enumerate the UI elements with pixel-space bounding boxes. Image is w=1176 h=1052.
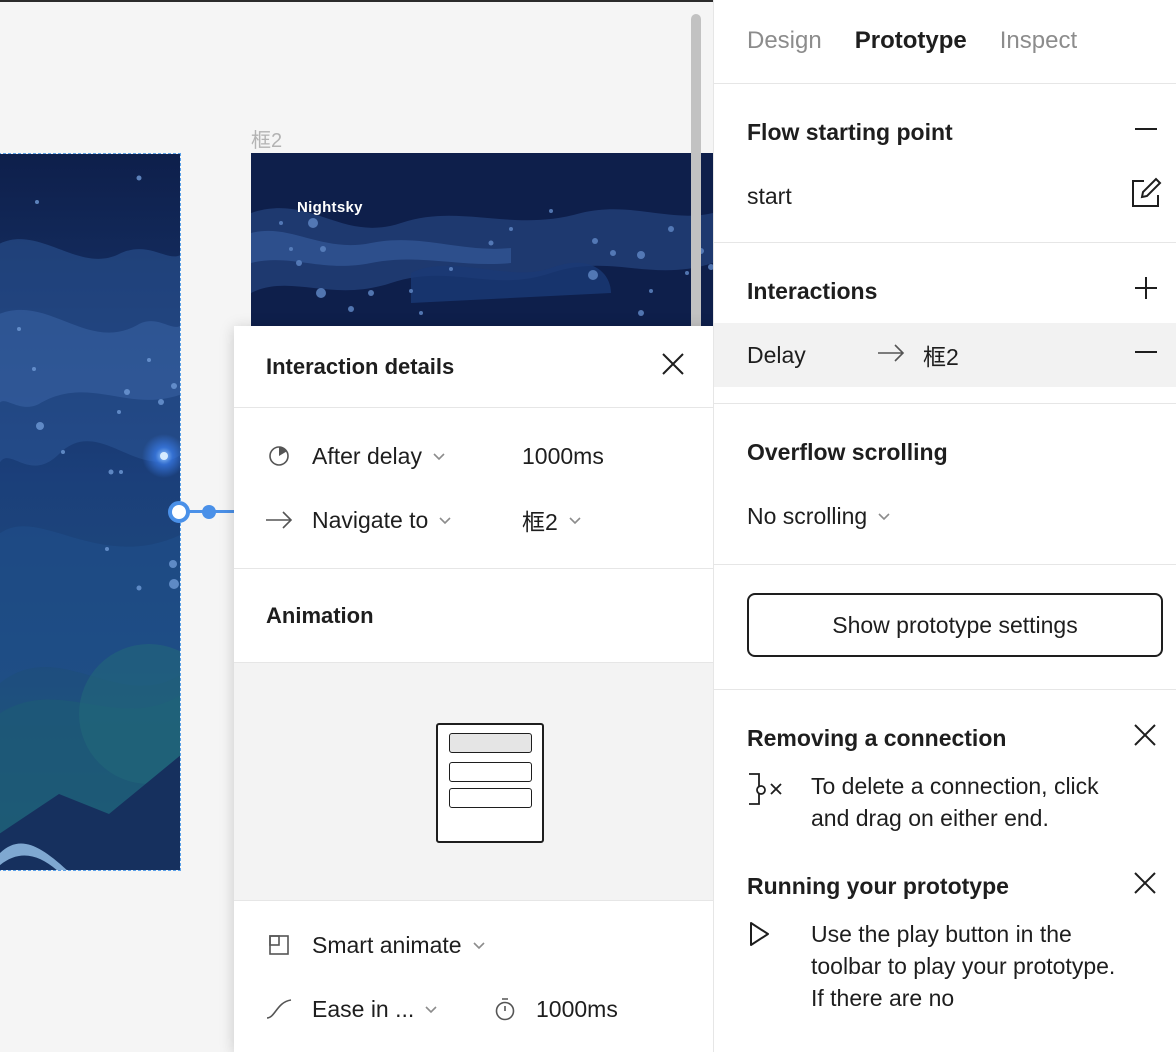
frame-2-label[interactable]: 框2 <box>251 124 282 153</box>
timer-trigger-icon <box>264 441 294 471</box>
overflow-value: No scrolling <box>747 502 868 529</box>
tip-text: Use the play button in the toolbar to pl… <box>811 921 1116 1011</box>
trigger-row: After delay 1000ms <box>234 424 714 488</box>
destination-label: 框2 <box>522 509 558 535</box>
connection-end-handle[interactable] <box>202 505 216 519</box>
chevron-down-icon <box>433 453 445 461</box>
overflow-dropdown[interactable]: No scrolling <box>747 503 891 530</box>
arrow-right-icon <box>264 505 294 535</box>
night-sky-illustration-2 <box>251 153 713 343</box>
animation-settings: Smart animate Ease in ... 1000ms <box>234 901 714 1041</box>
animation-type-dropdown[interactable]: Smart animate <box>312 932 486 959</box>
destination-dropdown[interactable]: 框2 <box>522 503 582 537</box>
chevron-down-icon <box>425 1006 437 1014</box>
preview-bar <box>449 788 532 808</box>
tip-header: Running your prototype <box>747 854 1158 918</box>
popover-header: Interaction details <box>234 326 714 408</box>
overflow-header: Overflow scrolling <box>714 420 1176 484</box>
tip-heading: Removing a connection <box>747 724 1007 751</box>
minus-icon[interactable] <box>1134 117 1158 147</box>
night-sky-illustration-1 <box>0 154 180 870</box>
flow-starting-point-section: Flow starting point start <box>714 84 1176 243</box>
easing-curve-icon <box>264 994 294 1024</box>
flow-row[interactable]: start <box>714 164 1176 228</box>
chevron-down-icon <box>878 513 890 521</box>
interaction-details-popover: Interaction details After delay 1000ms N… <box>234 326 714 1052</box>
tip-removing-connection: Removing a connection To delete a connec… <box>714 690 1176 854</box>
prototype-settings-wrap: Show prototype settings <box>714 564 1176 690</box>
interactions-heading: Interactions <box>747 277 878 304</box>
interactions-section: Interactions Delay 框2 <box>714 243 1176 404</box>
trigger-dropdown[interactable]: After delay <box>312 443 446 470</box>
chevron-down-icon <box>569 517 581 525</box>
stopwatch-icon <box>495 998 515 1021</box>
properties-panel: Design Prototype Inspect Flow starting p… <box>713 0 1176 1052</box>
action-row: Navigate to 框2 <box>234 488 714 552</box>
animation-preview <box>234 663 714 901</box>
tip-heading: Running your prototype <box>747 872 1009 899</box>
tip-header: Removing a connection <box>747 706 1158 770</box>
preview-bar <box>449 733 532 753</box>
popover-title: Interaction details <box>266 353 455 379</box>
action-dropdown[interactable]: Navigate to <box>312 507 452 534</box>
preview-bar <box>449 762 532 782</box>
tab-prototype[interactable]: Prototype <box>855 27 967 55</box>
tab-inspect[interactable]: Inspect <box>1000 27 1077 55</box>
frame-2-brand-title: Nightsky <box>297 199 363 216</box>
tab-design[interactable]: Design <box>747 27 822 55</box>
close-icon[interactable] <box>1132 870 1158 902</box>
close-icon[interactable] <box>660 351 686 382</box>
tip-body: Use the play button in the toolbar to pl… <box>747 918 1158 1014</box>
easing-label: Ease in ... <box>312 995 415 1022</box>
canvas-scrollbar[interactable] <box>691 14 701 344</box>
tip-running-prototype: Running your prototype Use the play butt… <box>714 854 1176 1034</box>
play-icon <box>747 918 811 1014</box>
overflow-row: No scrolling <box>714 484 1176 548</box>
arrow-right-icon <box>877 342 923 369</box>
frame-1-preview[interactable] <box>0 153 181 871</box>
trigger-action-section: After delay 1000ms Navigate to 框2 <box>234 408 714 569</box>
duration-field[interactable]: 1000ms <box>494 996 618 1023</box>
remove-interaction-minus-icon[interactable] <box>1134 340 1158 370</box>
interaction-trigger: Delay <box>747 341 806 368</box>
tip-body: To delete a connection, click and drag o… <box>747 770 1158 834</box>
interaction-summary: Delay 框2 <box>747 338 959 372</box>
duration-value: 1000ms <box>536 995 618 1022</box>
action-label: Navigate to <box>312 506 429 533</box>
smart-animate-icon <box>264 930 294 960</box>
overflow-scrolling-section: Overflow scrolling No scrolling <box>714 404 1176 564</box>
flow-section-header: Flow starting point <box>714 100 1176 164</box>
overflow-heading: Overflow scrolling <box>747 438 948 465</box>
interactions-header: Interactions <box>714 259 1176 323</box>
animation-type-label: Smart animate <box>312 931 462 958</box>
trigger-label: After delay <box>312 442 422 469</box>
animation-type-row: Smart animate <box>234 913 714 977</box>
animation-heading: Animation <box>234 569 714 663</box>
panel-tabs: Design Prototype Inspect <box>714 0 1176 84</box>
interaction-row[interactable]: Delay 框2 <box>714 323 1176 387</box>
device-preview-icon <box>436 723 544 843</box>
easing-row: Ease in ... 1000ms <box>234 977 714 1041</box>
flow-heading: Flow starting point <box>747 118 953 145</box>
edit-icon[interactable] <box>1130 177 1162 215</box>
chevron-down-icon <box>472 942 485 950</box>
connection-start-handle[interactable] <box>168 501 190 523</box>
tip-text: To delete a connection, click and drag o… <box>811 773 1099 831</box>
delay-value-input[interactable]: 1000ms <box>522 443 604 470</box>
show-prototype-settings-button[interactable]: Show prototype settings <box>747 593 1163 657</box>
interaction-destination: 框2 <box>923 344 959 370</box>
close-icon[interactable] <box>1132 722 1158 754</box>
flow-name: start <box>747 182 792 209</box>
chevron-down-icon <box>439 517 451 525</box>
easing-dropdown[interactable]: Ease in ... <box>312 996 438 1023</box>
frame-2-preview[interactable]: Nightsky <box>251 153 713 343</box>
disconnect-icon <box>747 770 811 834</box>
plus-icon[interactable] <box>1134 276 1158 306</box>
